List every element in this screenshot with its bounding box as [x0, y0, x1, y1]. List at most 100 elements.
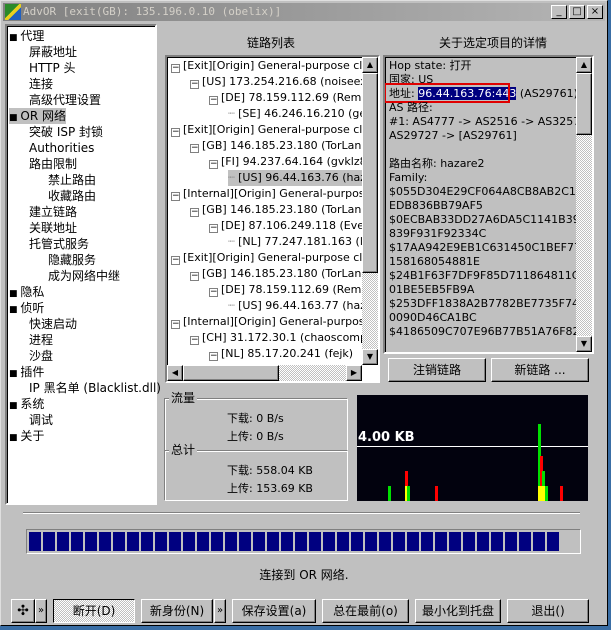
new-identity-button[interactable]: 新身份(N) — [141, 599, 213, 623]
minimize-to-tray-button[interactable]: 最小化到托盘 — [415, 599, 501, 623]
nav-item[interactable]: IP 黑名单 (Blacklist.dll) — [29, 380, 161, 396]
nav-item[interactable]: 建立链路 — [29, 204, 77, 220]
minimize-button[interactable]: _ — [551, 5, 567, 19]
nav-item[interactable]: ■ 系统 — [9, 396, 44, 412]
circuit-tree-row[interactable]: − [DE] 87.106.249.118 (Evey) — [209, 218, 375, 234]
progress-block — [533, 532, 545, 551]
circuit-tree-row[interactable]: − [DE] 78.159.112.69 (Rememb — [209, 90, 378, 106]
collapse-icon[interactable]: − — [190, 144, 199, 153]
circuit-vscrollbar[interactable]: ▲ ▼ — [362, 57, 378, 365]
collapse-icon[interactable]: − — [209, 288, 218, 297]
disconnect-button[interactable]: 断开(D) — [53, 599, 135, 623]
circuit-tree-row[interactable]: − [Internal][Origin] General-purpose clie — [171, 186, 378, 202]
save-settings-button[interactable]: 保存设置(a) — [232, 599, 316, 623]
graph-bar-up — [435, 486, 438, 501]
circuit-tree-row[interactable]: − [NL] 85.17.20.241 (fejk) — [209, 346, 353, 362]
progress-block — [43, 532, 55, 551]
identity-more-button[interactable]: » — [214, 599, 226, 623]
nav-item[interactable]: 进程 — [29, 332, 53, 348]
nav-item[interactable]: 隐藏服务 — [48, 252, 96, 268]
move-crosshair-icon[interactable]: ✣ — [11, 599, 35, 623]
close-button[interactable]: × — [587, 5, 603, 19]
circuit-tree-row[interactable]: − [Exit][Origin] General-purpose client_ — [171, 58, 378, 74]
nav-item[interactable]: ■ 代理 — [9, 28, 44, 44]
nav-item[interactable]: ■ OR 网络 — [9, 108, 66, 124]
nav-item[interactable]: ■ 侦听 — [9, 300, 44, 316]
scroll-down-arrow-icon[interactable]: ▼ — [362, 349, 378, 365]
hscroll-thumb[interactable] — [183, 365, 279, 381]
nav-item[interactable]: 突破 ISP 封锁 — [29, 124, 103, 140]
circuit-list-header: 链路列表 — [247, 36, 296, 50]
nav-item[interactable]: Authorities — [29, 140, 94, 156]
collapse-icon[interactable]: − — [171, 128, 180, 137]
collapse-icon[interactable]: − — [209, 96, 218, 105]
settings-nav-tree[interactable]: ■ 代理 屏蔽地址 HTTP 头连接 高级代理设置 ■ OR 网络 突破 ISP 封锁 Au… — [5, 24, 161, 505]
scroll-up-arrow-icon[interactable]: ▲ — [576, 57, 592, 73]
destroy-circuit-button[interactable]: 注销链路 — [388, 358, 486, 382]
nav-item[interactable]: 成为网络中继 — [48, 268, 120, 284]
nav-item[interactable]: HTTP 头 — [29, 60, 76, 76]
nav-item[interactable]: 快速启动 — [29, 316, 77, 332]
nav-item[interactable]: 高级代理设置 — [29, 92, 101, 108]
circuit-label: [Exit][Origin] General-purpose client_ — [183, 251, 380, 264]
collapse-icon[interactable]: − — [190, 336, 199, 345]
circuit-label: [SE] 46.246.16.210 (gex) — [238, 107, 377, 120]
nav-item[interactable]: ■ 关于 — [9, 428, 44, 444]
separator — [23, 512, 580, 514]
circuit-tree-row[interactable]: − [US] 173.254.216.68 (noiseexit01 — [190, 74, 378, 90]
circuit-tree-row[interactable]: − [Exit][Origin] General-purpose client_ — [171, 250, 380, 266]
scroll-right-arrow-icon[interactable]: ▶ — [346, 365, 362, 381]
circuit-tree-row[interactable]: ┈ [NL] 77.247.181.163 (lum — [228, 234, 378, 250]
detail-line: 158168054881E — [389, 255, 480, 268]
nav-item[interactable]: 关联地址 — [29, 220, 77, 236]
details-header: 关于选定项目的详情 — [439, 36, 548, 50]
total-upload: 上传: 153.69 KB — [227, 482, 313, 495]
circuit-tree-row[interactable]: − [GB] 146.185.23.180 (TorLand2) — [190, 138, 378, 154]
scroll-down-arrow-icon[interactable]: ▼ — [576, 336, 592, 352]
circuit-tree-row[interactable]: ┈ [US] 96.44.163.77 (hazar — [228, 298, 377, 314]
circuit-tree-row[interactable]: − [Exit][Origin] General-purpose client_ — [171, 122, 378, 138]
circuit-tree-row[interactable]: − [Internal][Origin] General-purpose clie — [171, 314, 378, 330]
maximize-button[interactable]: □ — [569, 5, 585, 19]
collapse-icon[interactable]: − — [209, 352, 218, 361]
circuit-tree-row[interactable]: ┈ [SE] 46.246.16.210 (gex) — [228, 106, 377, 122]
collapse-icon[interactable]: − — [171, 192, 180, 201]
scroll-up-arrow-icon[interactable]: ▲ — [362, 57, 378, 73]
collapse-icon[interactable]: − — [209, 224, 218, 233]
scroll-thumb[interactable] — [362, 73, 378, 273]
circuit-tree-row[interactable]: − [CH] 31.172.30.1 (chaoscompute — [190, 330, 378, 346]
nav-item[interactable]: 收藏路由 — [48, 188, 96, 204]
circuit-tree-row[interactable]: − [GB] 146.185.23.180 (TorLand2) — [190, 266, 378, 282]
collapse-icon[interactable]: − — [171, 320, 180, 329]
nav-item[interactable]: 禁止路由 — [48, 172, 96, 188]
circuit-tree-row[interactable]: − [FI] 94.237.64.164 (gvklz8r89 — [209, 154, 378, 170]
bullet-icon: ■ — [9, 369, 21, 379]
collapse-icon[interactable]: − — [209, 160, 218, 169]
collapse-icon[interactable]: − — [190, 208, 199, 217]
circuit-hscrollbar[interactable]: ◀ ▶ — [167, 365, 362, 381]
details-scrollbar[interactable]: ▲ ▼ — [576, 57, 592, 352]
nav-item-label: 建立链路 — [29, 205, 78, 219]
nav-item[interactable]: 路由限制 — [29, 156, 77, 172]
collapse-icon[interactable]: − — [190, 80, 199, 89]
scroll-left-arrow-icon[interactable]: ◀ — [167, 365, 183, 381]
always-on-top-button[interactable]: 总在最前(o) — [322, 599, 409, 623]
exit-button[interactable]: 退出() — [507, 599, 589, 623]
nav-item[interactable]: 沙盘 — [29, 348, 53, 364]
nav-item[interactable]: 调试 — [29, 412, 53, 428]
circuit-tree-row[interactable]: − [DE] 78.159.112.69 (Rememb — [209, 282, 378, 298]
nav-item[interactable]: ■ 插件 — [9, 364, 44, 380]
circuit-tree-row[interactable]: ┈ [US] 96.44.163.76 (hazar — [228, 170, 378, 186]
nav-item[interactable]: ■ 隐私 — [9, 284, 44, 300]
collapse-icon[interactable]: − — [171, 64, 180, 73]
scroll-thumb[interactable] — [576, 73, 592, 135]
circuit-tree-row[interactable]: − [GB] 146.185.23.180 (TorLand2) — [190, 202, 378, 218]
nav-item[interactable]: 连接 — [29, 76, 53, 92]
new-circuit-button[interactable]: 新链路 ... — [491, 358, 589, 382]
circuit-tree[interactable]: − [NL] 85.17.20.241 (fejk) − [CH] 31.172.30… — [165, 55, 380, 383]
collapse-icon[interactable]: − — [171, 256, 180, 265]
nav-item[interactable]: 托管式服务 — [29, 236, 89, 252]
more-button[interactable]: » — [35, 599, 47, 623]
collapse-icon[interactable]: − — [190, 272, 199, 281]
nav-item[interactable]: 屏蔽地址 — [29, 44, 77, 60]
